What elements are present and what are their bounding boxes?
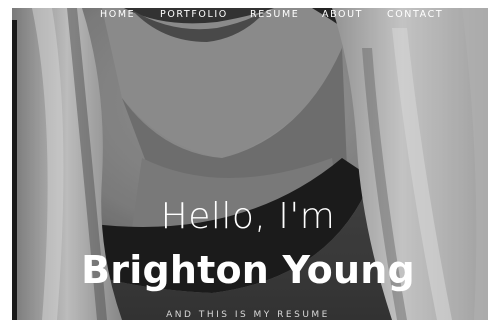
nav-item-resume[interactable]: RESUME bbox=[250, 9, 299, 20]
hero-tagline: AND THIS IS MY RESUME bbox=[166, 310, 330, 320]
nav-item-contact[interactable]: CONTACT bbox=[387, 9, 443, 20]
nav-item-about[interactable]: ABOUT bbox=[322, 9, 363, 20]
hero-greeting: Hello, I'm bbox=[160, 196, 336, 237]
hero-name-heading: Brighton Young bbox=[81, 248, 415, 292]
nav-item-home[interactable]: HOME bbox=[100, 9, 135, 20]
nav-item-portfolio[interactable]: PORTFOLIO bbox=[160, 9, 228, 20]
top-navigation: HOME PORTFOLIO RESUME ABOUT CONTACT bbox=[0, 8, 496, 26]
page: HOME PORTFOLIO RESUME ABOUT CONTACT Hell… bbox=[0, 0, 496, 320]
